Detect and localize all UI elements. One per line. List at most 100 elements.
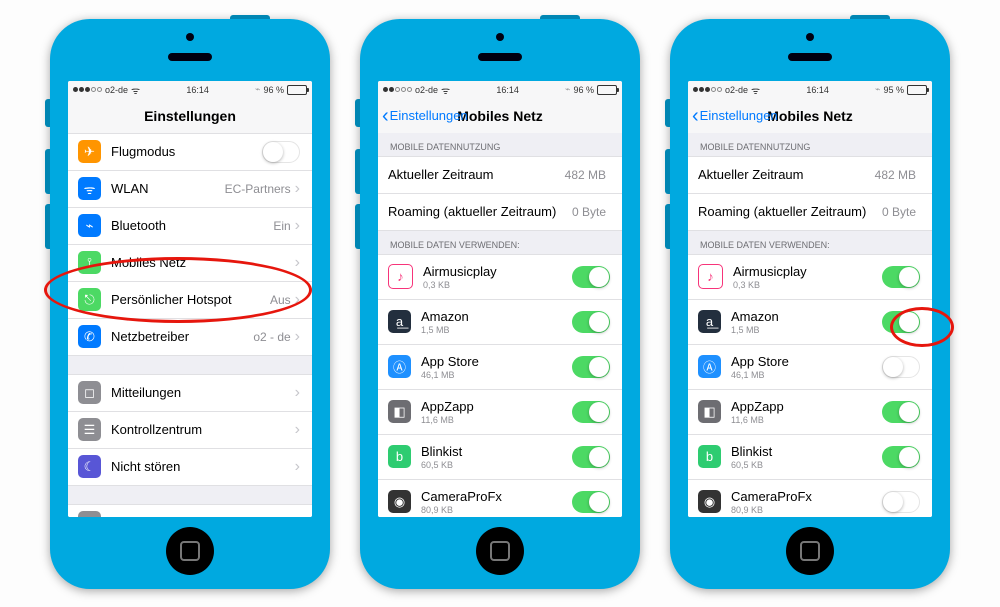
app-name: CameraProFx bbox=[731, 489, 882, 504]
app-icon: Ⓐ bbox=[698, 355, 721, 378]
app-data-toggle[interactable] bbox=[572, 446, 610, 468]
app-name: App Store bbox=[421, 354, 572, 369]
app-name: CameraProFx bbox=[421, 489, 572, 504]
row-icon: ᯤ bbox=[78, 177, 101, 200]
usage-row: Aktueller Zeitraum482 MB bbox=[688, 156, 932, 194]
row-value: o2 - de bbox=[253, 330, 290, 344]
row-value: Aus bbox=[270, 293, 291, 307]
app-data-row: a͟Amazon1,5 MB bbox=[688, 300, 932, 345]
section-header: MOBILE DATEN VERWENDEN: bbox=[688, 231, 932, 254]
settings-row-allgemein[interactable]: ⚙Allgemein› bbox=[68, 504, 312, 517]
settings-row-nicht-stören[interactable]: ☾Nicht stören› bbox=[68, 449, 312, 486]
app-data-row: ◧AppZapp11,6 MB bbox=[688, 390, 932, 435]
app-name: Airmusicplay bbox=[423, 264, 572, 279]
app-data-toggle[interactable] bbox=[882, 311, 920, 333]
battery-percent: 96 % bbox=[263, 85, 284, 95]
home-button[interactable] bbox=[786, 527, 834, 575]
app-name: AppZapp bbox=[731, 399, 882, 414]
app-icon: ◉ bbox=[698, 490, 721, 513]
app-name: Blinkist bbox=[731, 444, 882, 459]
app-data-size: 0,3 KB bbox=[733, 280, 882, 290]
row-icon: ⎋ bbox=[78, 288, 101, 311]
usage-row: Aktueller Zeitraum482 MB bbox=[378, 156, 622, 194]
app-data-row: ⒶApp Store46,1 MB bbox=[378, 345, 622, 390]
app-data-toggle[interactable] bbox=[572, 401, 610, 423]
app-data-size: 46,1 MB bbox=[731, 370, 882, 380]
usage-row: Roaming (aktueller Zeitraum)0 Byte bbox=[378, 194, 622, 231]
settings-row-mobiles-netz[interactable]: ⟟Mobiles Netz› bbox=[68, 245, 312, 282]
usage-label: Aktueller Zeitraum bbox=[388, 167, 565, 182]
app-data-toggle[interactable] bbox=[572, 266, 610, 288]
row-label: Mitteilungen bbox=[111, 385, 295, 400]
app-icon: a͟ bbox=[698, 310, 721, 333]
row-icon: ☾ bbox=[78, 455, 101, 478]
app-data-row: ◉ CameraProFx80,9 KB bbox=[378, 480, 622, 517]
app-data-toggle[interactable] bbox=[572, 356, 610, 378]
nav-bar: Einstellungen bbox=[68, 99, 312, 134]
home-button[interactable] bbox=[476, 527, 524, 575]
app-data-toggle[interactable] bbox=[572, 311, 610, 333]
app-data-row: ♪Airmusicplay0,3 KB bbox=[378, 254, 622, 300]
row-icon: ◻ bbox=[78, 381, 101, 404]
nav-bar: ‹Einstellungen Mobiles Netz bbox=[688, 99, 932, 134]
app-data-row: bBlinkist60,5 KB bbox=[688, 435, 932, 480]
phone-frame-1: o2-deᯤ 16:14 ⌁96 % Einstellungen ✈Flugmo… bbox=[50, 19, 330, 589]
back-button[interactable]: ‹Einstellungen bbox=[692, 108, 778, 123]
carrier-label: o2-de bbox=[105, 85, 128, 95]
app-data-toggle[interactable] bbox=[882, 491, 920, 513]
usage-label: Roaming (aktueller Zeitraum) bbox=[698, 204, 882, 219]
settings-row-flugmodus: ✈Flugmodus bbox=[68, 133, 312, 171]
settings-row-mitteilungen[interactable]: ◻ Mitteilungen› bbox=[68, 374, 312, 412]
app-icon: a͟ bbox=[388, 310, 411, 333]
row-label: Kontrollzentrum bbox=[111, 422, 295, 437]
app-name: App Store bbox=[731, 354, 882, 369]
row-label: Allgemein bbox=[111, 515, 295, 517]
home-button[interactable] bbox=[166, 527, 214, 575]
app-data-size: 1,5 MB bbox=[731, 325, 882, 335]
row-icon: ✈ bbox=[78, 140, 101, 163]
back-button[interactable]: ‹Einstellungen bbox=[382, 108, 468, 123]
row-icon: ☰ bbox=[78, 418, 101, 441]
settings-row-wlan[interactable]: ᯤWLANEC-Partners› bbox=[68, 171, 312, 208]
usage-value: 0 Byte bbox=[572, 205, 606, 219]
app-data-size: 0,3 KB bbox=[423, 280, 572, 290]
chevron-right-icon: › bbox=[295, 384, 300, 402]
chevron-right-icon: › bbox=[295, 254, 300, 272]
app-data-row: ♪Airmusicplay0,3 KB bbox=[688, 254, 932, 300]
app-data-row: ◉ CameraProFx80,9 KB bbox=[688, 480, 932, 517]
status-bar: o2-deᯤ 16:14 ⌁96 % bbox=[68, 81, 312, 99]
usage-value: 0 Byte bbox=[882, 205, 916, 219]
app-name: Amazon bbox=[421, 309, 572, 324]
app-data-row: Ⓐ App Store46,1 MB bbox=[688, 345, 932, 390]
app-data-toggle[interactable] bbox=[882, 401, 920, 423]
settings-row-kontrollzentrum[interactable]: ☰ Kontrollzentrum› bbox=[68, 412, 312, 449]
nav-bar: ‹Einstellungen Mobiles Netz bbox=[378, 99, 622, 134]
app-data-toggle[interactable] bbox=[882, 446, 920, 468]
settings-row-bluetooth[interactable]: ⌁BluetoothEin› bbox=[68, 208, 312, 245]
app-name: AppZapp bbox=[421, 399, 572, 414]
row-icon: ✆ bbox=[78, 325, 101, 348]
app-data-size: 80,9 KB bbox=[731, 505, 882, 515]
app-data-size: 80,9 KB bbox=[421, 505, 572, 515]
chevron-right-icon: › bbox=[295, 180, 300, 198]
section-header: MOBILE DATENNUTZUNG bbox=[688, 133, 932, 156]
app-data-size: 11,6 MB bbox=[421, 415, 572, 425]
status-bar: o2-deᯤ 16:14 ⌁96 % bbox=[378, 81, 622, 99]
app-data-row: a͟Amazon1,5 MB bbox=[378, 300, 622, 345]
app-name: Airmusicplay bbox=[733, 264, 882, 279]
app-icon: ◉ bbox=[388, 490, 411, 513]
settings-row-netzbetreiber[interactable]: ✆Netzbetreibero2 - de› bbox=[68, 319, 312, 356]
settings-row-persönlicher-hotspot[interactable]: ⎋Persönlicher HotspotAus› bbox=[68, 282, 312, 319]
section-header: MOBILE DATEN VERWENDEN: bbox=[378, 231, 622, 254]
status-bar: o2-deᯤ 16:14 ⌁95 % bbox=[688, 81, 932, 99]
app-data-toggle[interactable] bbox=[882, 356, 920, 378]
chevron-right-icon: › bbox=[295, 421, 300, 439]
app-data-toggle[interactable] bbox=[882, 266, 920, 288]
row-label: WLAN bbox=[111, 181, 225, 196]
app-data-toggle[interactable] bbox=[572, 491, 610, 513]
toggle[interactable] bbox=[262, 141, 300, 163]
app-icon: Ⓐ bbox=[388, 355, 411, 378]
phone-frame-3: o2-deᯤ 16:14 ⌁95 % ‹Einstellungen Mobile… bbox=[670, 19, 950, 589]
section-header: MOBILE DATENNUTZUNG bbox=[378, 133, 622, 156]
chevron-right-icon: › bbox=[295, 291, 300, 309]
